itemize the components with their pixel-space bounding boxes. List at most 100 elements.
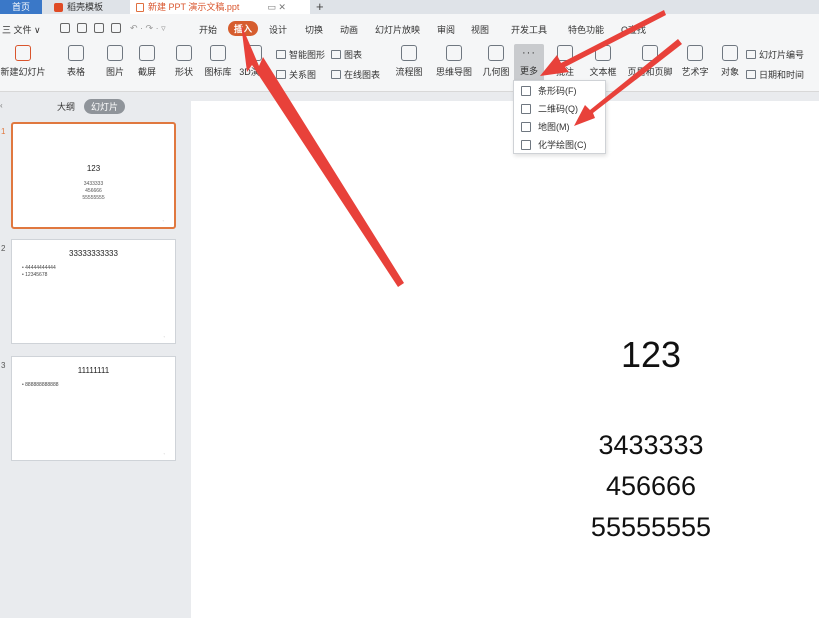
barcode-label: 条形码(F) (538, 86, 577, 96)
flask-icon (521, 140, 531, 150)
save-icon[interactable] (60, 23, 70, 33)
slide-canvas[interactable]: 123 3433333 456666 55555555 (191, 101, 819, 618)
menu-tab-animation[interactable]: 动画 (340, 23, 358, 36)
slide-body-line-1[interactable]: 3433333 (571, 430, 731, 461)
undo-redo-icon[interactable]: ↶ · ↷ · ▿ (130, 23, 166, 34)
tab-document[interactable]: 新建 PPT 演示文稿.ppt ▭ ✕ (130, 0, 310, 14)
outline-tab[interactable]: 大纲 (50, 99, 82, 114)
shape-button[interactable]: 形状 (170, 44, 198, 84)
more-label: 更多 (519, 66, 538, 76)
date-time-button[interactable]: 日期和时间 (746, 68, 804, 81)
picture-button[interactable]: 图片 (101, 44, 129, 84)
more-button[interactable]: ··· 更多 (514, 44, 544, 84)
title-bar: 首页 稻壳模板 新建 PPT 演示文稿.ppt ▭ ✕ + (0, 0, 819, 14)
slide-number-3: 3 (1, 361, 6, 370)
new-slide-icon (15, 45, 31, 61)
thumb-3-title: 11111111 (77, 366, 110, 375)
thumb-3-bullet-1-text: 888888888888 (25, 382, 59, 388)
collapse-panel-icon[interactable]: ‹ (0, 101, 3, 110)
thumb-3-corner-mark: ◦ (163, 451, 165, 456)
3d-demo-icon (246, 45, 262, 61)
picture-icon (107, 45, 123, 61)
app-window: 首页 稻壳模板 新建 PPT 演示文稿.ppt ▭ ✕ + 三 文件 ∨ ↶ · … (0, 0, 819, 618)
menu-tab-features[interactable]: 特色功能 (568, 23, 604, 36)
slide-body-line-3[interactable]: 55555555 (571, 512, 731, 543)
mind-map-icon (446, 45, 462, 61)
new-tab-button[interactable]: + (316, 0, 324, 14)
thumb-2-title: 33333333333 (69, 249, 118, 258)
new-slide-label: 新建幻灯片 (0, 67, 46, 77)
smart-graphic-button[interactable]: 智能图形 (276, 48, 325, 61)
comment-button[interactable]: 批注 (553, 44, 577, 84)
thumb-1-line-3: 55555555 (82, 195, 105, 201)
slide-title[interactable]: 123 (586, 334, 716, 376)
thumb-3-bullet-1: • 888888888888 (22, 382, 59, 388)
format-painter-icon[interactable] (77, 23, 87, 33)
file-menu[interactable]: 三 文件 ∨ (2, 23, 41, 36)
tab-home[interactable]: 首页 (0, 0, 42, 14)
tab-template-label: 稻壳模板 (67, 1, 104, 12)
icon-library-button[interactable]: 图标库 (203, 44, 233, 84)
mind-map-label: 思维导图 (435, 67, 472, 77)
slides-tab[interactable]: 幻灯片 (84, 99, 126, 114)
thumb-2-bullet-1-text: 44444444444 (25, 265, 56, 271)
relation-graph-button[interactable]: 关系图 (276, 68, 316, 81)
mind-map-button[interactable]: 思维导图 (432, 44, 476, 84)
menu-tab-review[interactable]: 审阅 (437, 23, 455, 36)
tab-template[interactable]: 稻壳模板 (48, 0, 128, 14)
header-footer-button[interactable]: 页眉和页脚 (627, 44, 673, 84)
print-icon[interactable] (94, 23, 104, 33)
smart-graphic-icon (276, 50, 286, 59)
word-art-icon (687, 45, 703, 61)
flowchart-button[interactable]: 流程图 (392, 44, 426, 84)
slide-thumbnail-3[interactable]: 11111111 • 888888888888 ◦ (11, 356, 176, 461)
table-icon (68, 45, 84, 61)
relation-graph-label: 关系图 (289, 70, 317, 80)
qr-code-icon (521, 104, 531, 114)
menu-tab-view[interactable]: 视图 (471, 23, 489, 36)
thumb-2-corner-mark: ◦ (163, 334, 165, 339)
search-button[interactable]: Q查找 (621, 23, 646, 36)
thumb-2-bullet-2: • 12345678 (22, 272, 48, 278)
menu-bar: 三 文件 ∨ ↶ · ↷ · ▿ 开始 插入 设计 切换 动画 幻灯片放映 审阅… (0, 14, 819, 44)
qr-code-menu-item[interactable]: 二维码(Q) (514, 100, 607, 118)
tab-close-icon[interactable]: ▭ ✕ (267, 1, 286, 14)
menu-tab-design[interactable]: 设计 (269, 23, 287, 36)
chemistry-drawing-menu-item[interactable]: 化学绘图(C) (514, 136, 607, 154)
ribbon-toolbar: 新建幻灯片 表格 图片 截屏 形状 图标库 3D演示 智能图形 图表 关系图 在… (0, 44, 819, 92)
slide-body-line-2[interactable]: 456666 (571, 471, 731, 502)
map-label: 地图(M) (538, 122, 570, 132)
header-footer-label: 页眉和页脚 (627, 67, 673, 77)
screenshot-icon (139, 45, 155, 61)
text-box-button[interactable]: 文本框 (586, 44, 620, 84)
icon-library-label: 图标库 (204, 67, 232, 77)
table-button[interactable]: 表格 (62, 44, 90, 84)
menu-tab-slideshow[interactable]: 幻灯片放映 (375, 23, 420, 36)
print-preview-icon[interactable] (111, 23, 121, 33)
slide-number-button[interactable]: 幻灯片编号 (746, 48, 804, 61)
word-art-label: 艺术字 (681, 67, 709, 77)
text-box-label: 文本框 (589, 67, 617, 77)
more-dots-icon: ··· (522, 47, 536, 59)
word-art-button[interactable]: 艺术字 (678, 44, 712, 84)
slide-thumbnail-1[interactable]: 123 3433333 456666 55555555 ◦ (11, 122, 176, 229)
screenshot-button[interactable]: 截屏 (133, 44, 161, 84)
object-icon (722, 45, 738, 61)
online-chart-button[interactable]: 在线图表 (331, 68, 380, 81)
new-slide-button[interactable]: 新建幻灯片 (0, 44, 46, 84)
3d-demo-button[interactable]: 3D演示 (238, 44, 270, 84)
menu-tab-insert[interactable]: 插入 (228, 21, 259, 36)
barcode-menu-item[interactable]: 条形码(F) (514, 82, 607, 100)
presentation-file-icon (136, 2, 144, 12)
geometry-button[interactable]: 几何图 (482, 44, 510, 84)
object-label: 对象 (720, 67, 739, 77)
map-menu-item[interactable]: 地图(M) (514, 118, 607, 136)
chart-button[interactable]: 图表 (331, 48, 362, 61)
slide-panel: ‹ 大纲 幻灯片 1 123 3433333 456666 55555555 ◦… (0, 93, 185, 618)
object-button[interactable]: 对象 (718, 44, 742, 84)
thumb-1-corner-mark: ◦ (162, 218, 164, 223)
menu-tab-start[interactable]: 开始 (199, 23, 217, 36)
slide-thumbnail-2[interactable]: 33333333333 • 44444444444 • 12345678 ◦ (11, 239, 176, 344)
menu-tab-developer[interactable]: 开发工具 (511, 23, 547, 36)
menu-tab-transition[interactable]: 切换 (305, 23, 323, 36)
